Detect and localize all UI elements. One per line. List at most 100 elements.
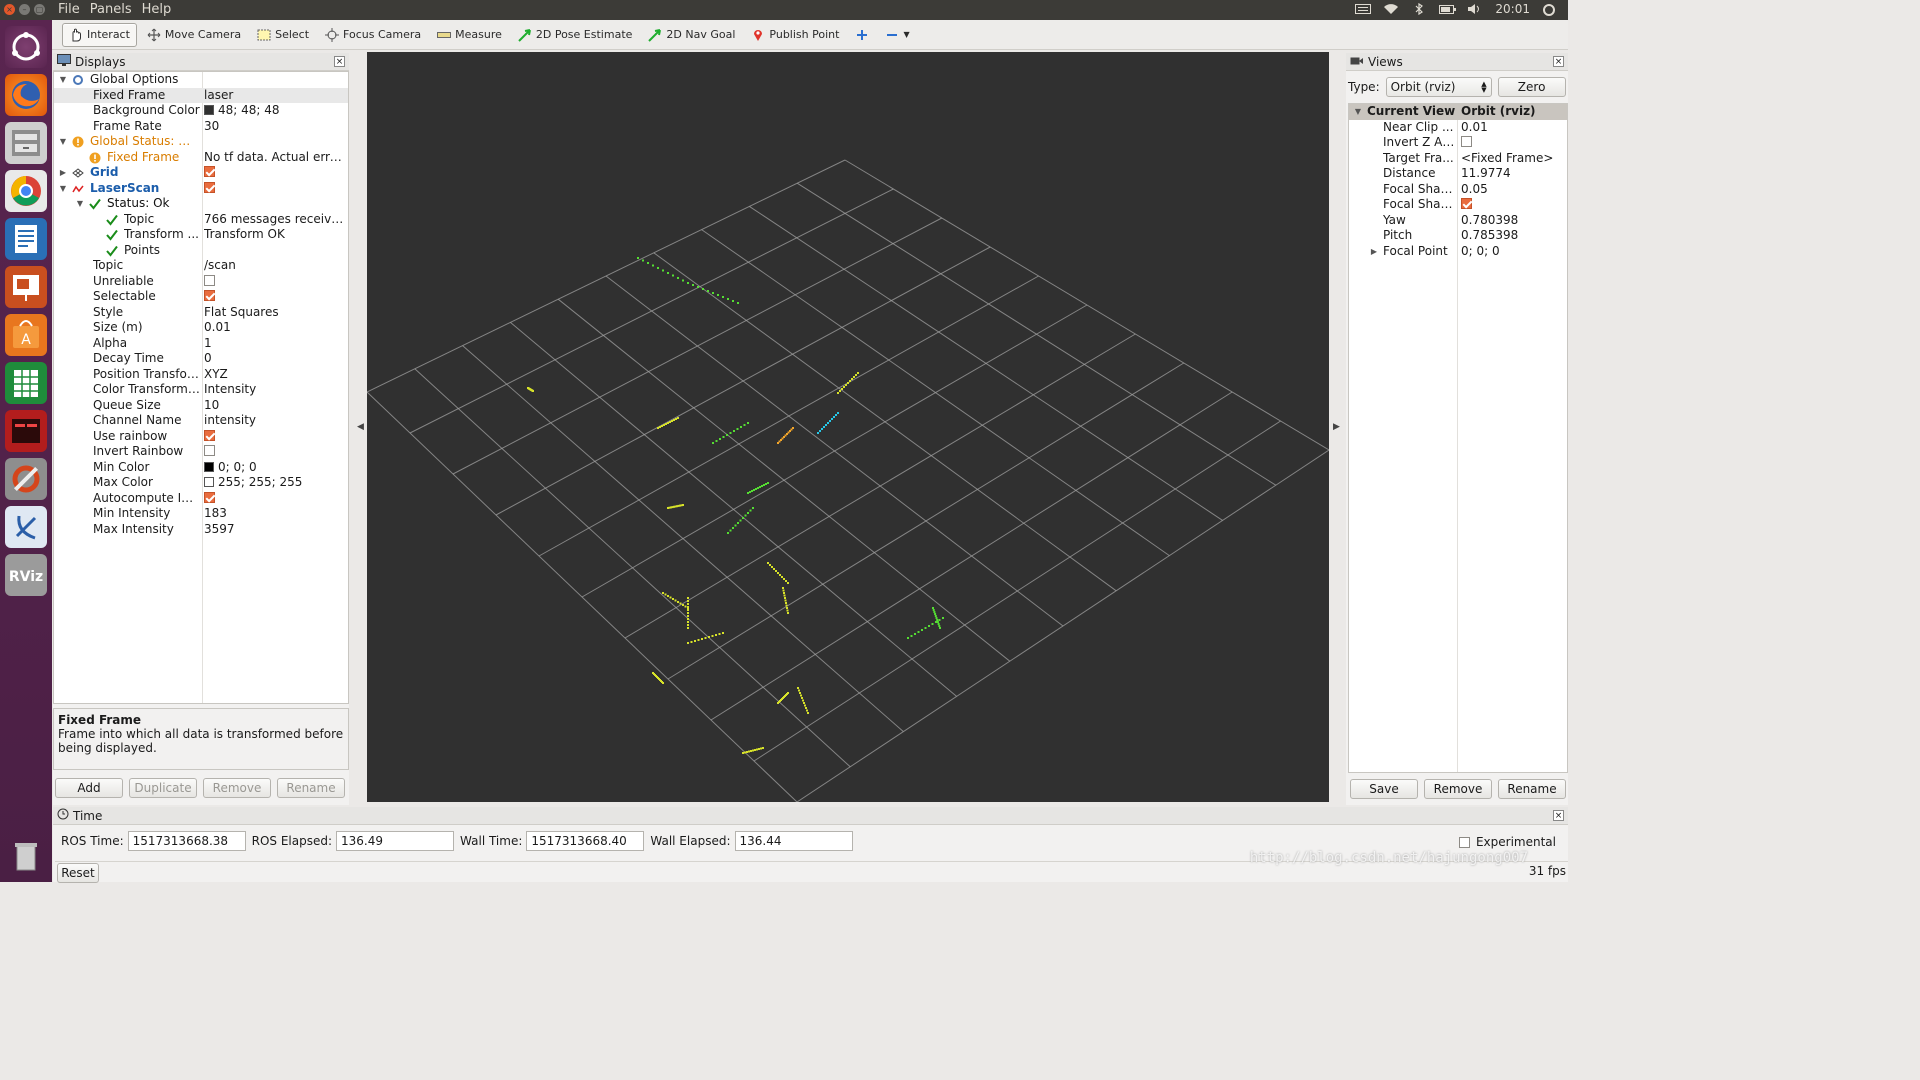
display-row-value[interactable] — [204, 444, 346, 460]
move-camera-tool-button[interactable]: Move Camera — [141, 23, 247, 47]
view-property-row[interactable]: Distance 11.9774 — [1349, 166, 1567, 182]
software-center-icon[interactable]: A — [5, 314, 47, 356]
clock[interactable]: 20:01 — [1495, 2, 1530, 16]
display-row[interactable]: Min Intensity 183 — [54, 506, 348, 522]
display-row-value[interactable]: 766 messages received — [204, 212, 346, 228]
property-checkbox[interactable] — [204, 181, 215, 193]
display-row-value[interactable]: 1 — [204, 336, 346, 352]
view-property-value[interactable]: 0.01 — [1461, 120, 1567, 136]
displays-tree[interactable]: ▼ Global Options Fixed Frame laser Backgroun… — [53, 71, 349, 704]
nav-goal-tool-button[interactable]: 2D Nav Goal — [642, 23, 741, 47]
chrome-icon[interactable] — [5, 170, 47, 212]
select-tool-button[interactable]: Select — [251, 23, 315, 47]
view-property-row[interactable]: Yaw 0.780398 — [1349, 213, 1567, 229]
display-row[interactable]: Topic/scan — [54, 258, 348, 274]
battery-icon[interactable] — [1439, 3, 1457, 15]
color-swatch[interactable] — [204, 461, 214, 472]
remove-tool-button[interactable]: ▼ — [879, 23, 915, 47]
display-row-value[interactable]: Flat Squares — [204, 305, 346, 321]
display-row[interactable]: ▼ Global Status: W... — [54, 134, 348, 150]
pose-estimate-tool-button[interactable]: 2D Pose Estimate — [512, 23, 639, 47]
volume-icon[interactable] — [1467, 3, 1483, 15]
bluetooth-icon[interactable] — [1411, 2, 1427, 16]
view-property-row[interactable]: Invert Z Axis — [1349, 135, 1567, 151]
display-row[interactable]: Color Transformer Intensity — [54, 382, 348, 398]
display-row-value[interactable] — [204, 165, 346, 181]
files-icon[interactable] — [5, 122, 47, 164]
focus-camera-tool-button[interactable]: Focus Camera — [319, 23, 427, 47]
remote-desktop-icon[interactable] — [5, 506, 47, 548]
property-checkbox[interactable] — [204, 274, 215, 286]
display-row[interactable]: Channel Name intensity — [54, 413, 348, 429]
display-row-value[interactable] — [204, 289, 346, 305]
view-property-row[interactable]: Focal Shap... 0.05 — [1349, 182, 1567, 198]
view-property-value[interactable]: 0.785398 — [1461, 228, 1567, 244]
view-property-value[interactable]: 0; 0; 0 — [1461, 244, 1567, 260]
wall-time-field[interactable]: 1517313668.40 — [526, 831, 645, 851]
menu-file[interactable]: File — [58, 2, 80, 17]
add-tool-button[interactable] — [849, 23, 875, 47]
expand-down-icon[interactable]: ▼ — [58, 181, 68, 197]
ubuntu-dash-icon[interactable] — [5, 26, 47, 68]
display-row[interactable]: Background Color 48; 48; 48 — [54, 103, 348, 119]
power-gear-icon[interactable] — [1542, 3, 1558, 16]
display-row[interactable]: Min Color 0; 0; 0 — [54, 460, 348, 476]
property-checkbox[interactable] — [204, 290, 215, 301]
display-row[interactable]: Points — [54, 243, 348, 259]
duplicate-display-button[interactable]: Duplicate — [129, 778, 197, 798]
3d-render-viewport[interactable] — [366, 52, 1330, 803]
display-row[interactable]: Fixed Frame laser — [54, 87, 348, 104]
writer-icon[interactable] — [5, 218, 47, 260]
system-settings-icon[interactable] — [5, 458, 47, 500]
wifi-icon[interactable] — [1383, 3, 1399, 15]
view-property-row[interactable]: Near Clip ... 0.01 — [1349, 120, 1567, 136]
display-row[interactable]: Invert Rainbow — [54, 444, 348, 460]
display-row-value[interactable]: XYZ — [204, 367, 346, 383]
terminal-app-icon[interactable] — [5, 410, 47, 452]
display-row-value[interactable]: 0; 0; 0 — [204, 460, 346, 476]
display-row[interactable]: Frame Rate 30 — [54, 119, 348, 135]
view-property-row[interactable]: ▶ Focal Point 0; 0; 0 — [1349, 244, 1567, 260]
view-type-select[interactable]: Orbit (rviz) ▲ ▼ — [1385, 77, 1492, 97]
display-row[interactable]: Alpha 1 — [54, 336, 348, 352]
menu-panels[interactable]: Panels — [90, 2, 132, 17]
collapse-right-panel-icon[interactable]: ▶ — [1333, 422, 1340, 432]
property-checkbox[interactable] — [204, 166, 215, 177]
color-swatch[interactable] — [204, 105, 214, 115]
wall-elapsed-field[interactable]: 136.44 — [734, 831, 853, 851]
display-row-value[interactable]: 255; 255; 255 — [204, 475, 346, 491]
firefox-icon[interactable] — [5, 74, 47, 116]
expand-right-icon[interactable]: ▶ — [58, 165, 68, 181]
close-window-icon[interactable]: × — [4, 4, 15, 15]
display-row-value[interactable]: 0.01 — [204, 320, 346, 336]
display-row-value[interactable]: 30 — [204, 119, 346, 135]
display-row[interactable]: Max Color 255; 255; 255 — [54, 475, 348, 491]
view-property-value[interactable]: 0.780398 — [1461, 213, 1567, 229]
rviz-app-icon[interactable]: RViz — [5, 554, 47, 596]
reset-button[interactable]: Reset — [57, 863, 99, 883]
display-row-value[interactable]: 0 — [204, 351, 346, 367]
interact-tool-button[interactable]: Interact — [62, 22, 137, 47]
display-row-value[interactable]: laser — [204, 88, 346, 104]
display-row-value[interactable] — [204, 181, 346, 197]
display-row[interactable]: Style Flat Squares — [54, 305, 348, 321]
view-property-value[interactable] — [1461, 135, 1567, 151]
expand-down-icon[interactable]: ▼ — [58, 72, 68, 88]
display-row-value[interactable]: Transform OK — [204, 227, 346, 243]
display-row[interactable]: Queue Size 10 — [54, 398, 348, 414]
remove-display-button[interactable]: Remove — [203, 778, 271, 798]
close-displays-panel-icon[interactable]: × — [334, 56, 345, 67]
display-row-value[interactable]: 48; 48; 48 — [204, 103, 346, 119]
display-row[interactable]: Unreliable — [54, 274, 348, 290]
display-row[interactable]: Use rainbow — [54, 429, 348, 445]
display-row[interactable]: Max Intensity 3597 — [54, 522, 348, 538]
display-row-value[interactable]: 10 — [204, 398, 346, 414]
display-row-value[interactable]: 183 — [204, 506, 346, 522]
calc-icon[interactable] — [5, 362, 47, 404]
close-views-panel-icon[interactable]: × — [1553, 56, 1564, 67]
display-row-value[interactable]: intensity — [204, 413, 346, 429]
property-checkbox[interactable] — [204, 445, 215, 456]
display-row-value[interactable]: No tf data. Actual erro... — [204, 150, 346, 166]
display-row[interactable]: Fixed Frame No tf data. Actual erro... — [54, 150, 348, 166]
display-row[interactable]: Topic 766 messages received — [54, 212, 348, 228]
